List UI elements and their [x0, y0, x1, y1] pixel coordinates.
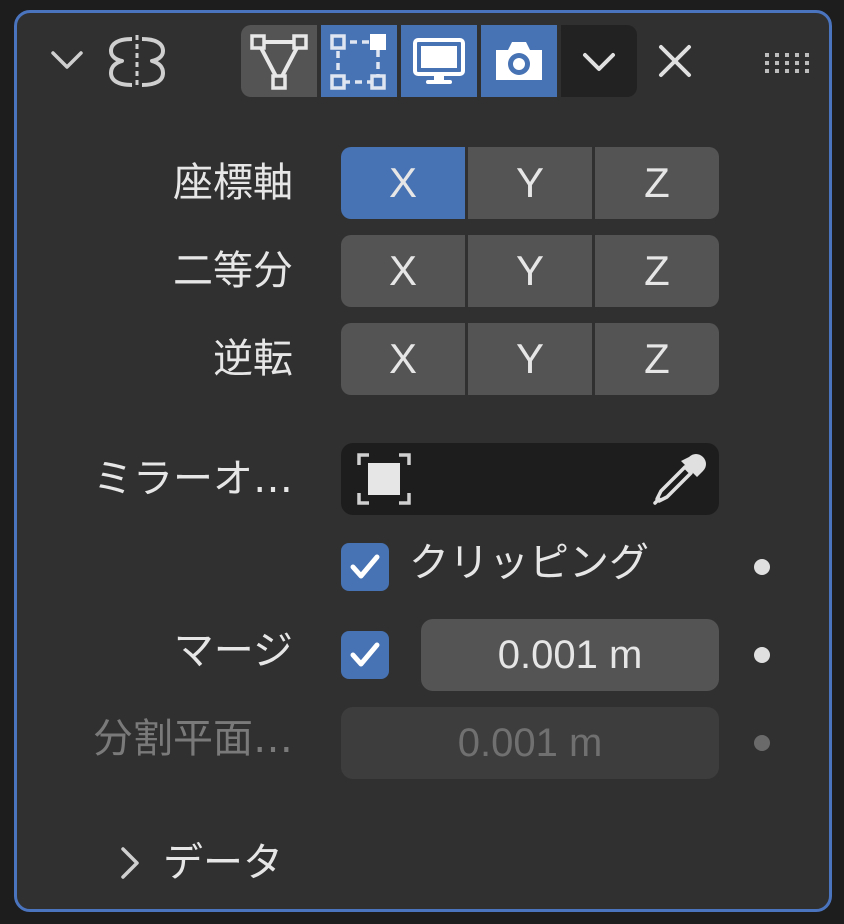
axis-z-button[interactable]: Z [595, 147, 719, 219]
mirror-modifier-panel: 座標軸 X Y Z 二等分 X Y Z 逆転 X Y Z ミラーオ… クリッピン… [14, 10, 832, 912]
axis-x-button[interactable]: X [341, 147, 465, 219]
edit-mode-square-icon [330, 34, 386, 90]
bisect-x-button[interactable]: X [341, 235, 465, 307]
clipping-label: クリッピング [409, 540, 649, 586]
chevron-right-icon[interactable] [113, 843, 145, 883]
flip-y-button[interactable]: Y [468, 323, 592, 395]
flip-buttons: X Y Z [341, 323, 719, 395]
vertex-triangle-icon [250, 34, 308, 90]
data-subpanel-label[interactable]: データ [163, 839, 283, 887]
axis-label: 座標軸 [173, 160, 293, 206]
camera-icon [496, 42, 542, 80]
merge-keyframe-dot[interactable] [754, 647, 770, 663]
clipping-keyframe-dot[interactable] [754, 559, 770, 575]
flip-label: 逆転 [213, 336, 293, 382]
bisect-distance-field[interactable]: 0.001 m [341, 707, 719, 779]
chevron-down-icon[interactable] [47, 41, 87, 81]
clipping-checkbox[interactable] [341, 543, 389, 591]
edit-mode-cage-toggle[interactable] [241, 25, 317, 97]
bisect-z-button[interactable]: Z [595, 235, 719, 307]
flip-x-button[interactable]: X [341, 323, 465, 395]
mirror-modifier-icon [109, 35, 165, 87]
bisect-distance-keyframe-dot[interactable] [754, 735, 770, 751]
eyedropper-icon[interactable] [649, 449, 709, 509]
flip-z-button[interactable]: Z [595, 323, 719, 395]
axis-y-button[interactable]: Y [468, 147, 592, 219]
checkmark-icon [350, 642, 380, 667]
close-icon[interactable] [653, 39, 697, 83]
modifier-toggle-group [241, 25, 637, 97]
bisect-distance-label: 分割平面… [93, 716, 293, 762]
render-toggle[interactable] [481, 25, 557, 97]
monitor-icon [413, 38, 465, 84]
chevron-down-icon [583, 53, 615, 71]
mirror-object-field[interactable] [341, 443, 719, 515]
viewport-toggle[interactable] [401, 25, 477, 97]
merge-checkbox[interactable] [341, 631, 389, 679]
modifier-dropdown-button[interactable] [561, 25, 637, 97]
bisect-label: 二等分 [173, 248, 293, 294]
mirror-object-label: ミラーオ… [93, 456, 293, 502]
checkmark-icon [350, 554, 380, 579]
merge-label: マージ [173, 628, 293, 674]
object-icon [357, 453, 411, 505]
edit-mode-toggle[interactable] [321, 25, 397, 97]
drag-grip-icon[interactable] [763, 51, 809, 75]
bisect-y-button[interactable]: Y [468, 235, 592, 307]
bisect-buttons: X Y Z [341, 235, 719, 307]
merge-distance-field[interactable]: 0.001 m [421, 619, 719, 691]
axis-buttons: X Y Z [341, 147, 719, 219]
